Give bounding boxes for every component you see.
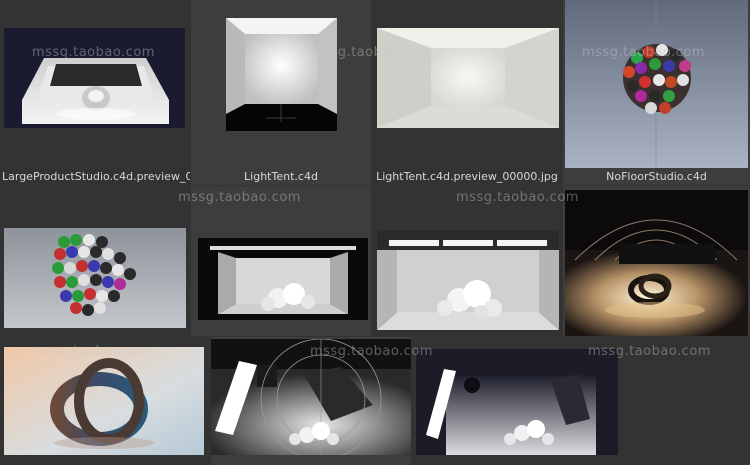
file-tile[interactable]: LargeProductStudio.c4d.preview_000... <box>0 0 190 185</box>
thumbnail-softbox-studio-preview <box>416 349 618 455</box>
file-tile[interactable]: NoFloorStudio.c4d <box>563 0 750 185</box>
thumbnail-no-floor-studio <box>565 0 748 168</box>
file-tile[interactable] <box>563 186 750 336</box>
thumbnail-knot-render <box>4 347 204 455</box>
thumbnail-softbox-studio <box>211 339 411 455</box>
file-name: NoFloorStudio.c4d <box>606 170 707 183</box>
thumbnail-light-tent <box>226 18 337 131</box>
file-tile[interactable] <box>412 337 622 465</box>
thumbnail-studio-spheres-preview <box>377 230 559 330</box>
file-name: LightTent.c4d.preview_00000.jpg <box>376 170 558 183</box>
file-tile[interactable]: LightTent.c4d <box>191 0 371 185</box>
thumbnail-studio-spheres <box>198 238 368 320</box>
thumbnail-light-tent-preview <box>377 28 559 128</box>
thumbnail-spot-light-knot <box>565 190 748 336</box>
file-name: LargeProductStudio.c4d.preview_000... <box>2 170 190 183</box>
file-tile[interactable] <box>191 186 371 336</box>
file-tile[interactable] <box>372 186 562 336</box>
thumbnail-preview <box>4 228 186 328</box>
file-tile[interactable] <box>0 337 210 465</box>
file-tile[interactable] <box>211 337 411 465</box>
thumbnail-large-product-studio <box>4 28 185 128</box>
file-name: LightTent.c4d <box>244 170 318 183</box>
file-tile[interactable] <box>0 186 190 336</box>
file-tile[interactable]: LightTent.c4d.preview_00000.jpg <box>372 0 562 185</box>
